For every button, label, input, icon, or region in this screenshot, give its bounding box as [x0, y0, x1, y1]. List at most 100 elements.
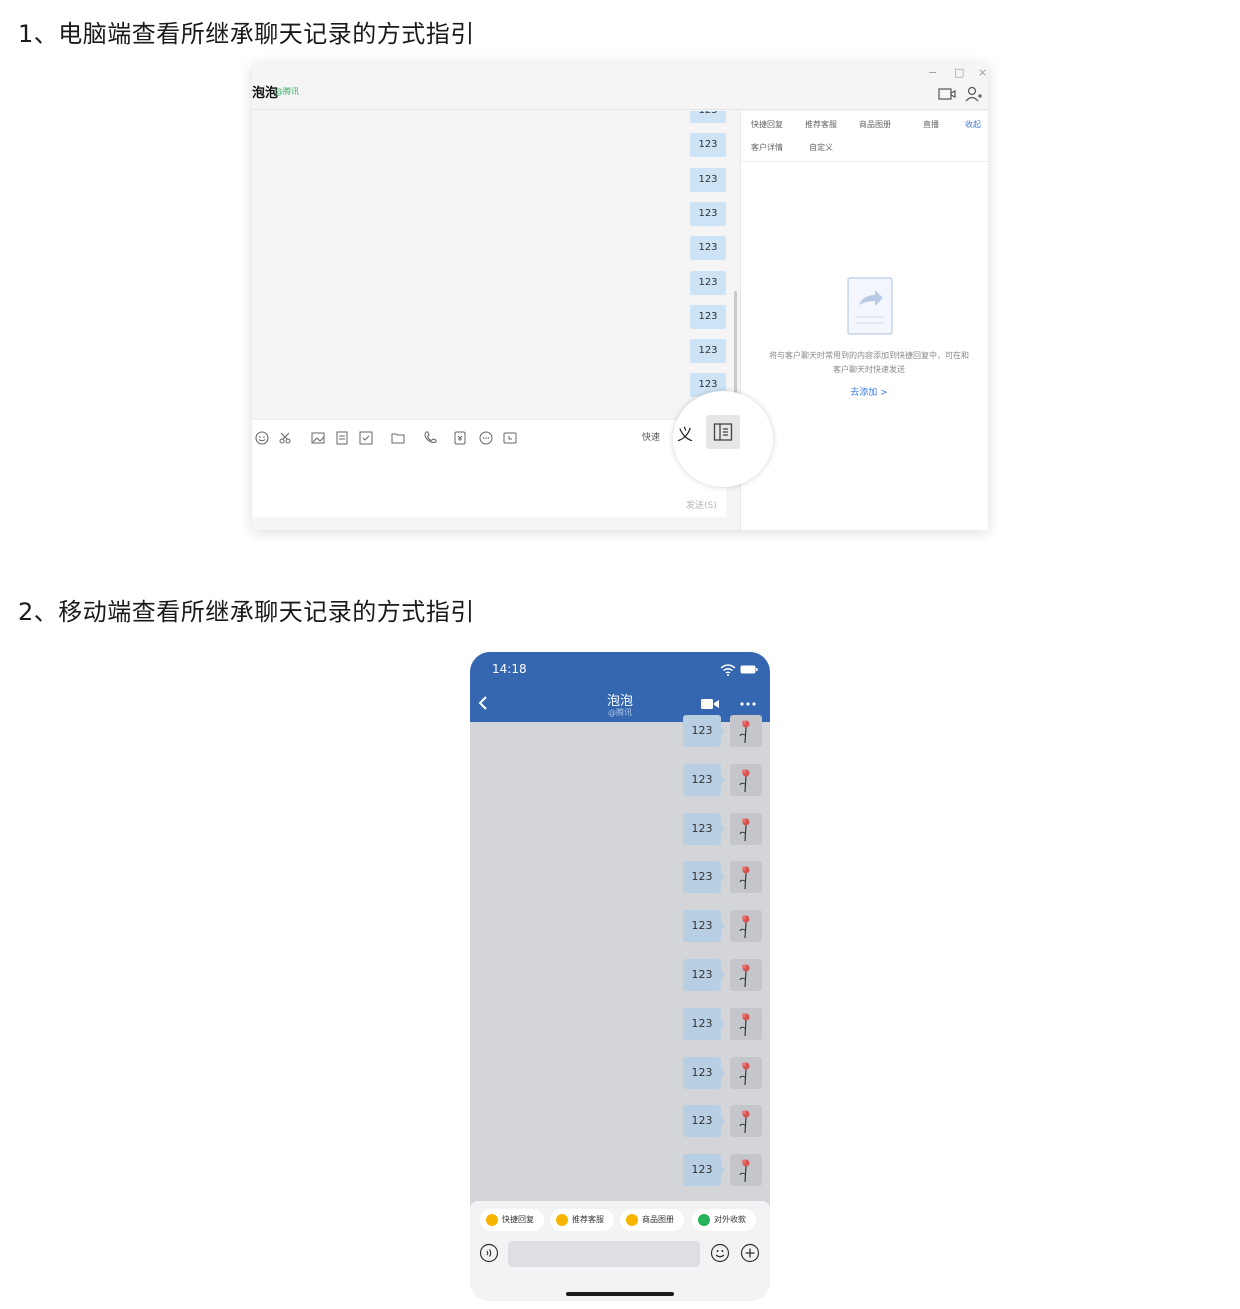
scissors-icon[interactable] [278, 430, 294, 446]
quick-reply-label[interactable]: 快速 [642, 430, 660, 443]
quick-action-chip[interactable]: 快捷回复 [480, 1209, 544, 1231]
checklist-icon[interactable] [358, 430, 374, 446]
message-row: 123 [470, 715, 770, 749]
voice-input-icon[interactable] [479, 1243, 499, 1263]
message-row: 123 [470, 959, 770, 993]
bubble-tail [720, 823, 725, 834]
message-bubble[interactable]: 123 [683, 1105, 721, 1138]
tab-recommend-service[interactable]: 推荐客服 [805, 119, 837, 130]
message-composer[interactable]: 快速 发送(S) [252, 419, 726, 517]
avatar[interactable] [730, 1056, 762, 1089]
quick-action-icon [626, 1214, 638, 1226]
more-icon[interactable] [478, 430, 494, 446]
flower-avatar-icon [739, 1013, 750, 1036]
message-bubble[interactable]: 123 [683, 763, 721, 796]
message-bubble[interactable]: 123 [690, 339, 726, 364]
quick-action-chip[interactable]: 商品图册 [620, 1209, 684, 1231]
file-icon[interactable] [334, 430, 350, 446]
tab-live[interactable]: 直播 [923, 119, 939, 130]
avatar[interactable] [730, 910, 762, 943]
message-bubble[interactable]: 123 [690, 133, 726, 158]
image-icon[interactable] [310, 430, 326, 446]
avatar[interactable] [730, 1154, 762, 1187]
message-input[interactable] [508, 1241, 700, 1267]
emoji-icon[interactable] [710, 1243, 730, 1263]
message-bubble[interactable]: 123 [683, 910, 721, 943]
quick-action-chip[interactable]: 对外收款 [692, 1209, 756, 1231]
tab-customer-detail[interactable]: 客户详情 [751, 142, 783, 153]
bubble-tail [720, 726, 725, 736]
mobile-input-bar [470, 1241, 770, 1301]
flower-avatar-icon [739, 866, 750, 890]
side-panel-icon [713, 423, 733, 441]
red-packet-icon[interactable] [452, 430, 468, 446]
message-bubble[interactable]: 123 [683, 959, 721, 991]
message-bubble[interactable]: 123 [683, 861, 721, 894]
tab-quick-reply[interactable]: 快捷回复 [751, 119, 783, 130]
avatar[interactable] [730, 763, 762, 796]
quick-action-icon [698, 1214, 710, 1226]
close-button[interactable]: × [978, 66, 987, 79]
avatar[interactable] [730, 715, 762, 747]
message-row: 123 [470, 910, 770, 944]
bubble-tail [720, 1116, 725, 1127]
message-row: 123 [470, 1105, 770, 1139]
folder-icon[interactable] [390, 430, 406, 446]
avatar[interactable] [730, 1007, 762, 1040]
add-member-icon[interactable] [964, 86, 982, 102]
tab-product-album[interactable]: 商品图册 [859, 119, 891, 130]
empty-state-message: 将与客户聊天时常用到的内容添加到快捷回复中，可在和客户聊天时快速发送 [769, 351, 969, 374]
message-bubble[interactable]: 123 [683, 812, 721, 845]
quick-action-label: 快捷回复 [502, 1215, 534, 1224]
tab-custom[interactable]: 自定义 [809, 142, 833, 153]
minimize-button[interactable]: − [928, 66, 937, 79]
bubble-tail [720, 1018, 725, 1029]
schedule-icon[interactable] [502, 430, 518, 446]
section-title-mobile: 2、移动端查看所继承聊天记录的方式指引 [18, 598, 475, 626]
avatar[interactable] [730, 861, 762, 894]
quick-action-chip[interactable]: 推荐客服 [550, 1209, 614, 1231]
more-options-icon[interactable] [738, 697, 758, 711]
message-bubble[interactable]: 123 [683, 1007, 721, 1040]
message-bubble[interactable]: 123 [683, 1056, 721, 1089]
voice-call-icon[interactable] [938, 86, 956, 102]
video-call-icon[interactable] [700, 697, 720, 711]
message-bubble[interactable]: 123 [690, 270, 726, 295]
message-bubble[interactable]: 123 [683, 715, 721, 747]
message-bubble[interactable]: 123 [683, 1154, 721, 1187]
emoji-icon[interactable] [254, 430, 270, 446]
message-row: 123 [470, 812, 770, 847]
avatar[interactable] [730, 1105, 762, 1138]
avatar[interactable] [730, 812, 762, 845]
section-title-desktop: 1、电脑端查看所继承聊天记录的方式指引 [18, 20, 475, 48]
avatar[interactable] [730, 959, 762, 991]
status-time: 14:18 [492, 662, 527, 676]
add-quick-reply-link[interactable]: 去添加 > [741, 385, 988, 398]
chat-header: 泡泡 @腾讯 − □ × [252, 64, 988, 110]
bubble-tail [720, 921, 725, 932]
quick-action-bar: 快捷回复 推荐客服 商品图册 对外收款 [470, 1201, 770, 1241]
message-bubble[interactable]: 123 [690, 167, 726, 192]
maximize-button[interactable]: □ [954, 66, 964, 79]
message-row: 123 [470, 861, 770, 895]
collapse-link[interactable]: 收起 [965, 119, 981, 130]
message-bubble[interactable]: 123 [690, 236, 726, 261]
quick-action-icon [556, 1214, 568, 1226]
message-bubble[interactable]: 123 [690, 304, 726, 329]
flower-avatar-icon [739, 1062, 750, 1085]
phone-icon[interactable] [422, 430, 438, 446]
side-panel: 快捷回复 推荐客服 商品图册 直播 收起 客户详情 自定义 将与客户聊天时常用到… [740, 111, 988, 530]
send-button[interactable]: 发送(S) [686, 498, 717, 511]
bubble-tail [720, 774, 725, 785]
toggle-side-panel-button[interactable] [706, 415, 740, 449]
bubble-tail [720, 872, 725, 883]
message-bubble[interactable]: 123 [690, 111, 726, 123]
message-bubble[interactable]: 123 [690, 201, 726, 226]
magnifier-callout: 义 [673, 391, 773, 487]
message-row: 123 [470, 1007, 770, 1042]
share-document-icon [847, 277, 893, 335]
message-row: 123 [470, 763, 770, 798]
plus-icon[interactable] [740, 1243, 760, 1263]
message-list[interactable]: 123123123123123123123123123 [252, 111, 740, 418]
flower-avatar-icon [739, 720, 750, 744]
